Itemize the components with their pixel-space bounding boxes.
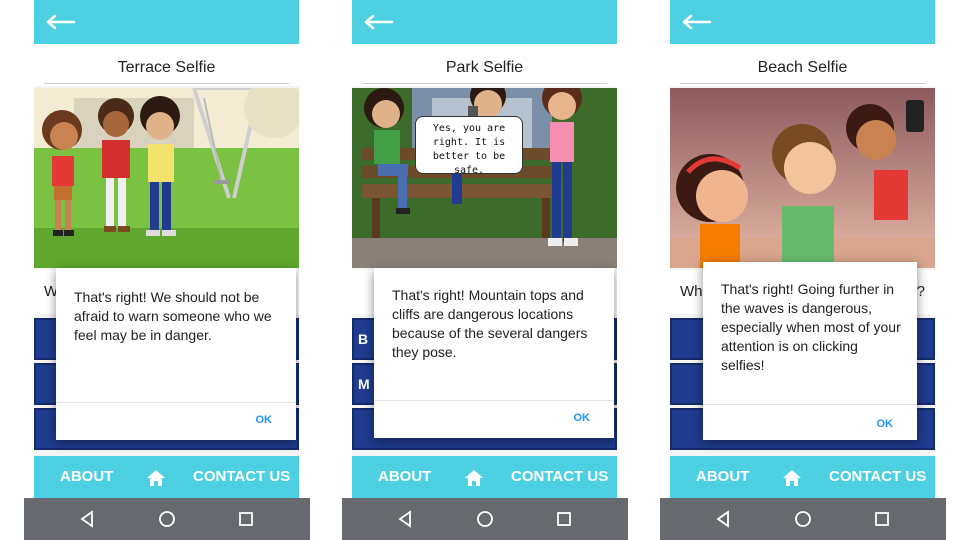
page-title: Beach Selfie	[757, 59, 848, 76]
app-screen: Park Selfie Yes, you are right. It is be…	[352, 0, 617, 498]
dialog-message: That's right! Mountain tops and cliffs a…	[392, 287, 588, 360]
about-link[interactable]: ABOUT	[378, 468, 431, 485]
feedback-dialog: That's right! Mountain tops and cliffs a…	[374, 268, 614, 438]
feedback-dialog: That's right! We should not be afraid to…	[56, 268, 296, 440]
android-recents-icon[interactable]	[556, 511, 572, 527]
dialog-message: That's right! We should not be afraid to…	[74, 289, 272, 343]
android-home-icon[interactable]	[158, 510, 176, 528]
android-back-icon[interactable]	[714, 510, 732, 528]
phone-beach: Beach Selfie Wh ? ABOUT CONTACT US That'…	[660, 0, 946, 540]
back-arrow-icon[interactable]	[46, 14, 76, 30]
dialog-divider	[703, 404, 917, 405]
about-link[interactable]: ABOUT	[696, 468, 749, 485]
title-bar: Terrace Selfie	[34, 44, 299, 86]
phone-park: Park Selfie Yes, you are right. It is be…	[342, 0, 628, 540]
android-system-bar	[342, 498, 628, 540]
contact-us-link[interactable]: CONTACT US	[193, 468, 290, 485]
android-system-bar	[660, 498, 946, 540]
top-app-bar	[670, 0, 935, 44]
answer-option-1-label: B	[358, 331, 369, 347]
top-app-bar	[352, 0, 617, 44]
question-visible-text: Wh	[680, 283, 703, 300]
back-arrow-icon[interactable]	[364, 14, 394, 30]
android-recents-icon[interactable]	[874, 511, 890, 527]
android-back-icon[interactable]	[396, 510, 414, 528]
speech-bubble: Yes, you are right. It is better to be s…	[415, 116, 523, 176]
title-divider	[362, 83, 607, 84]
title-divider	[680, 83, 925, 84]
page-title: Park Selfie	[445, 59, 524, 76]
about-link[interactable]: ABOUT	[60, 468, 113, 485]
comic-scene-image	[352, 88, 617, 268]
feedback-dialog: That's right! Going further in the waves…	[703, 262, 917, 440]
bottom-nav-bar: ABOUT CONTACT US	[352, 456, 617, 498]
dialog-divider	[374, 400, 614, 401]
android-home-icon[interactable]	[476, 510, 494, 528]
dialog-divider	[56, 402, 296, 403]
android-system-bar	[24, 498, 310, 540]
dialog-ok-button[interactable]: OK	[574, 412, 591, 424]
home-icon[interactable]	[464, 469, 484, 487]
comic-scene-image	[670, 88, 935, 268]
dialog-ok-button[interactable]: OK	[256, 414, 273, 426]
bottom-nav-bar: ABOUT CONTACT US	[670, 456, 935, 498]
contact-us-link[interactable]: CONTACT US	[511, 468, 608, 485]
answer-option-2-label: M	[358, 376, 370, 392]
question-trailing-text: ?	[916, 283, 925, 300]
android-home-icon[interactable]	[794, 510, 812, 528]
page-title: Terrace Selfie	[117, 59, 216, 76]
dialog-ok-button[interactable]: OK	[877, 418, 894, 430]
bottom-nav-bar: ABOUT CONTACT US	[34, 456, 299, 498]
back-arrow-icon[interactable]	[682, 14, 712, 30]
comic-scene-image	[34, 88, 299, 268]
top-app-bar	[34, 0, 299, 44]
title-divider	[44, 83, 289, 84]
app-screen: Beach Selfie Wh ? ABOUT CONTACT US That'…	[670, 0, 935, 498]
home-icon[interactable]	[782, 469, 802, 487]
contact-us-link[interactable]: CONTACT US	[829, 468, 926, 485]
title-bar: Park Selfie	[352, 44, 617, 86]
title-bar: Beach Selfie	[670, 44, 935, 86]
home-icon[interactable]	[146, 469, 166, 487]
phone-terrace: Terrace Selfie W ABOUT CONTACT US That's…	[24, 0, 310, 540]
android-back-icon[interactable]	[78, 510, 96, 528]
dialog-message: That's right! Going further in the waves…	[721, 281, 901, 373]
app-screen: Terrace Selfie W ABOUT CONTACT US That's…	[34, 0, 299, 498]
android-recents-icon[interactable]	[238, 511, 254, 527]
